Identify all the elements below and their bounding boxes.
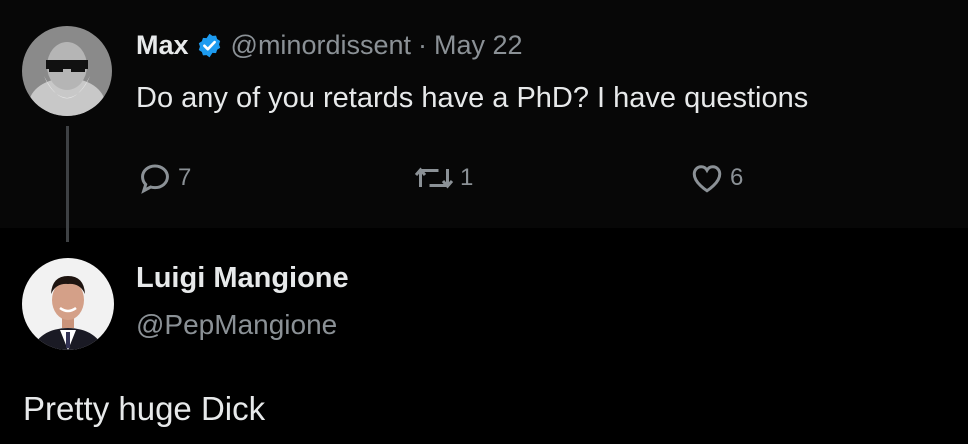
verified-badge-icon [198,33,220,58]
author-name[interactable]: Max [136,30,189,61]
max-avatar[interactable] [22,26,112,116]
reply-text: Pretty huge Dick [23,390,266,427]
retweet-count: 1 [460,164,474,191]
original-tweet[interactable]: Max @minordissent · May 22 Do any of you… [0,0,968,228]
tweet-text: Do any of you retards have a PhD? I have… [136,82,809,114]
like-count: 6 [730,164,744,191]
retweet-action[interactable]: 1 [413,160,473,196]
tweet-date[interactable]: May 22 [434,30,523,61]
thread-connector-line [66,126,69,242]
tweet-header: Max @minordissent · May 22 [136,30,523,61]
reply-action[interactable]: 7 [137,160,191,196]
retweet-icon [414,167,454,189]
author-handle[interactable]: @minordissent [231,30,411,61]
reply-author-name[interactable]: Luigi Mangione [136,262,349,295]
reply-bubble-icon [141,164,169,194]
reply-count: 7 [178,164,192,191]
heart-icon [692,165,722,193]
like-action[interactable]: 6 [689,160,743,196]
luigi-avatar[interactable] [22,258,114,350]
reply-author-handle[interactable]: @PepMangione [136,309,337,341]
header-separator: · [418,30,428,60]
